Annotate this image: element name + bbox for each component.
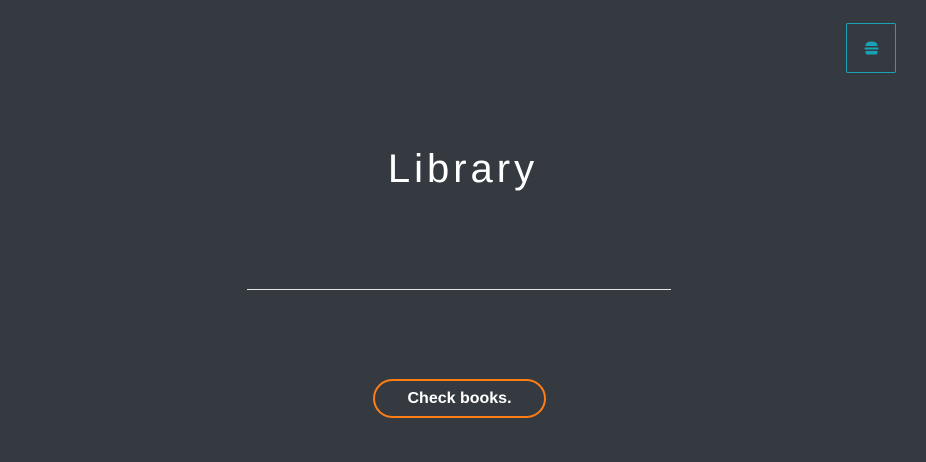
page-title: Library xyxy=(387,147,539,191)
burger-icon xyxy=(864,41,878,55)
divider xyxy=(247,289,671,290)
menu-toggle-button[interactable] xyxy=(846,23,896,73)
check-books-button[interactable]: Check books. xyxy=(373,379,546,418)
